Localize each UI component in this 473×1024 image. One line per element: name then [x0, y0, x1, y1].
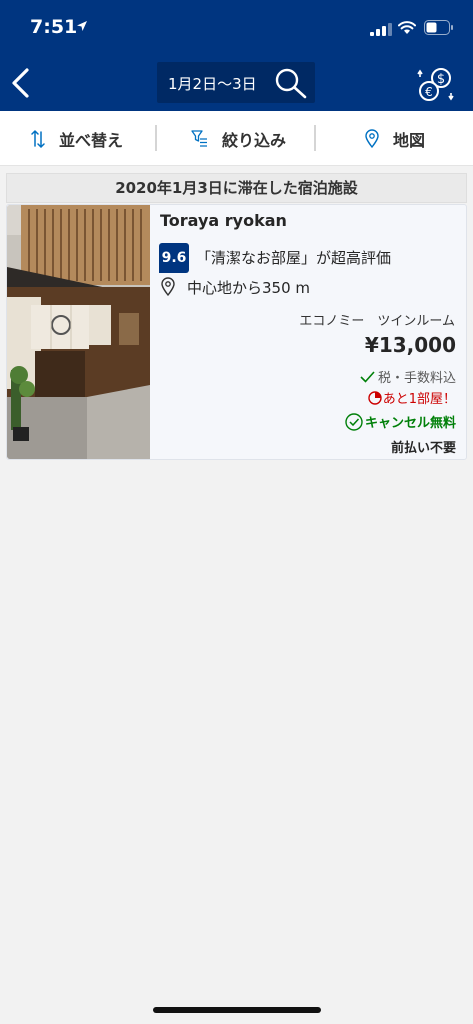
checkmark-icon [360, 370, 375, 383]
rooms-left-alert: あと1部屋！ [368, 388, 456, 407]
hotel-photo[interactable] [7, 205, 150, 459]
date-range: 1月2日〜3日 [168, 75, 257, 93]
tax-note-text: 税・手数料込 [377, 371, 456, 386]
back-button[interactable] [8, 66, 34, 100]
battery-icon [424, 20, 453, 35]
filter-button[interactable]: 絞り込み [191, 111, 286, 166]
free-cancellation-text: キャンセル無料 [364, 416, 456, 431]
location-pin-icon [161, 277, 175, 296]
sort-icon [31, 129, 45, 148]
review-score-badge: 9.6 [159, 243, 189, 273]
results-toolbar: 並べ替え 絞り込み 地図 [0, 111, 473, 166]
toolbar-divider [155, 125, 157, 151]
room-type: エコノミー ツインルーム [299, 314, 455, 329]
status-bar: 7:51 [0, 0, 473, 55]
price: ¥13,000 [364, 333, 456, 357]
no-prepayment: 前払い不要 [390, 441, 456, 456]
location-arrow-icon [77, 21, 87, 31]
cellular-signal-icon [370, 23, 392, 36]
app-header: 7:51 1月2日〜3日 $ € [0, 0, 473, 111]
filter-label: 絞り込み [222, 130, 287, 150]
check-circle-icon [345, 412, 363, 431]
hotel-name[interactable]: Toraya ryokan [160, 211, 287, 230]
tax-note: 税・手数料込 [360, 367, 456, 386]
map-pin-icon [365, 129, 379, 148]
free-cancellation: キャンセル無料 [345, 412, 456, 431]
search-icon [275, 68, 307, 99]
currency-exchange-icon[interactable]: $ € [417, 66, 457, 104]
urgency-clock-icon [368, 390, 382, 405]
rooms-left-text: あと1部屋！ [382, 392, 456, 407]
section-title: 2020年1月3日に滞在した宿泊施設 [6, 173, 467, 203]
toolbar-divider [314, 125, 316, 151]
wifi-icon [398, 21, 416, 34]
svg-text:$: $ [437, 72, 445, 87]
sort-label: 並べ替え [59, 130, 124, 150]
map-button[interactable]: 地図 [365, 111, 425, 166]
map-label: 地図 [393, 130, 426, 150]
svg-text:€: € [425, 85, 433, 99]
search-summary-button[interactable]: 1月2日〜3日 [157, 62, 315, 103]
review-highlight: 「清潔なお部屋」が超高評価 [196, 249, 392, 267]
home-indicator[interactable] [153, 1007, 321, 1013]
filter-icon [191, 129, 207, 147]
hotel-card[interactable]: Toraya ryokan 9.6 「清潔なお部屋」が超高評価 中心地から350… [6, 204, 467, 460]
distance-from-center: 中心地から350 m [187, 279, 311, 297]
status-time: 7:51 [30, 16, 78, 38]
sort-button[interactable]: 並べ替え [31, 111, 123, 166]
